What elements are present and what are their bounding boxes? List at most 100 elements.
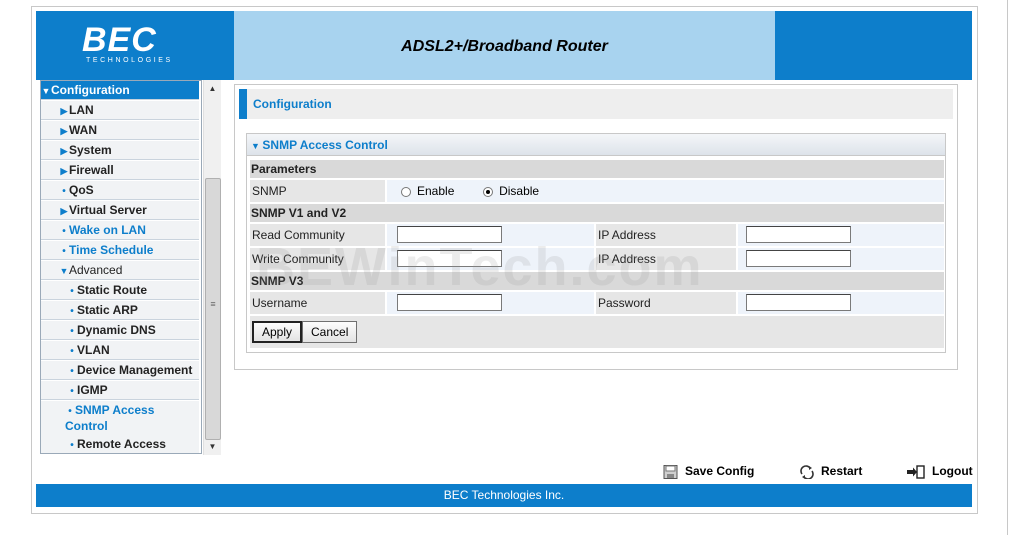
sidebar-item-label: Remote Access <box>77 437 166 451</box>
save-config-button[interactable]: Save Config <box>663 462 754 480</box>
username-input[interactable] <box>397 294 502 311</box>
read-ip-label: IP Address <box>596 224 736 246</box>
sidebar-item-static-arp[interactable]: • Static ARP <box>41 301 199 320</box>
main-content: Configuration ▼ SNMP Access Control Para… <box>234 84 958 370</box>
restart-button[interactable]: Restart <box>799 462 862 480</box>
sidebar-nav: ▼Configuration ▶ LAN ▶ WAN ▶ System ▶ Firewa… <box>40 80 202 454</box>
cancel-button[interactable]: Cancel <box>302 321 358 343</box>
read-ip-input[interactable] <box>746 226 851 243</box>
snmp-panel: ▼ SNMP Access Control Parameters SNMP En… <box>246 133 946 353</box>
button-row: Apply Cancel <box>250 316 944 348</box>
restart-label: Restart <box>821 464 863 478</box>
floppy-disk-icon <box>663 464 678 479</box>
snmp-row: SNMP Enable Disable <box>250 180 944 202</box>
sidebar-item-label: WAN <box>69 123 97 137</box>
panel-title: ▼ SNMP Access Control <box>251 138 388 152</box>
bullet-icon: • <box>62 226 66 237</box>
triangle-right-icon: ▶ <box>60 126 68 136</box>
write-community-cell <box>387 248 594 270</box>
parameters-heading: Parameters <box>250 160 944 178</box>
bullet-icon: • <box>70 306 74 317</box>
title-banner: ADSL2+/Broadband Router <box>234 11 775 80</box>
bullet-icon: • <box>70 366 74 377</box>
snmp-label: SNMP <box>250 180 385 202</box>
header-accent-bar <box>239 89 247 119</box>
logout-icon <box>907 465 925 479</box>
snmp-radio-group: Enable Disable <box>387 180 944 202</box>
sidebar-scrollbar[interactable]: ▲ ≡ ▼ <box>203 80 221 455</box>
sidebar-item-vlan[interactable]: • VLAN <box>41 341 199 360</box>
sidebar-item-firewall[interactable]: ▶ Firewall <box>41 161 199 180</box>
bullet-icon: • <box>70 326 74 337</box>
sidebar-item-label: VLAN <box>77 343 110 357</box>
disable-label: Disable <box>499 184 540 198</box>
username-cell <box>387 292 594 314</box>
sidebar-item-label: Device Management <box>77 363 193 377</box>
sidebar-item-static-route[interactable]: • Static Route <box>41 281 199 300</box>
sidebar-item-label: QoS <box>69 183 94 197</box>
write-ip-input[interactable] <box>746 250 851 267</box>
sidebar-item-remote-access[interactable]: • Remote Access <box>41 435 199 453</box>
read-community-cell <box>387 224 594 246</box>
bullet-icon: • <box>70 346 74 357</box>
snmp-v3-heading: SNMP V3 <box>250 272 944 290</box>
sidebar-item-label: Dynamic DNS <box>77 323 156 337</box>
sidebar-item-virtual-server[interactable]: ▶ Virtual Server <box>41 201 199 220</box>
scroll-up-arrow-icon[interactable]: ▲ <box>204 80 221 97</box>
sidebar-item-label: IGMP <box>77 383 108 397</box>
scrollbar-thumb[interactable]: ≡ <box>205 178 221 440</box>
triangle-down-icon: ▼ <box>59 266 69 276</box>
panel-header[interactable]: ▼ SNMP Access Control <box>247 134 945 156</box>
disable-radio[interactable] <box>483 186 494 197</box>
scroll-down-arrow-icon[interactable]: ▼ <box>204 438 221 455</box>
read-ip-cell <box>738 224 944 246</box>
save-config-label: Save Config <box>685 464 755 478</box>
v3-credentials-row: Username Password <box>250 292 944 314</box>
restart-icon <box>800 465 814 479</box>
sidebar-item-configuration[interactable]: ▼Configuration <box>41 81 199 100</box>
triangle-down-icon: ▼ <box>251 141 263 151</box>
sidebar-item-advanced[interactable]: ▼Advanced <box>41 261 199 280</box>
logout-label: Logout <box>932 464 973 478</box>
sidebar-item-igmp[interactable]: • IGMP <box>41 381 199 400</box>
sidebar-item-label: SNMP Access Control <box>65 403 155 433</box>
triangle-right-icon: ▶ <box>60 146 68 156</box>
logout-button[interactable]: Logout <box>906 462 973 480</box>
snmp-v1v2-heading: SNMP V1 and V2 <box>250 204 944 222</box>
sidebar-item-wake-on-lan[interactable]: • Wake on LAN <box>41 221 199 240</box>
sidebar-item-label: Firewall <box>69 163 114 177</box>
page-title: Configuration <box>253 97 332 111</box>
password-cell <box>738 292 944 314</box>
router-title: ADSL2+/Broadband Router <box>401 38 608 55</box>
sidebar-item-wan[interactable]: ▶ WAN <box>41 121 199 140</box>
password-input[interactable] <box>746 294 851 311</box>
sidebar-item-lan[interactable]: ▶ LAN <box>41 101 199 120</box>
apply-button[interactable]: Apply <box>252 321 303 343</box>
sidebar-item-label: Wake on LAN <box>69 223 146 237</box>
read-community-row: Read Community IP Address <box>250 224 944 246</box>
sidebar-item-label: Advanced <box>69 263 123 277</box>
sidebar-item-dynamic-dns[interactable]: • Dynamic DNS <box>41 321 199 340</box>
username-label: Username <box>250 292 385 314</box>
enable-radio[interactable] <box>401 186 411 197</box>
write-community-row: Write Community IP Address <box>250 248 944 270</box>
read-community-input[interactable] <box>397 226 502 243</box>
read-community-label: Read Community <box>250 224 385 246</box>
bec-logo: BEC <box>82 21 157 59</box>
sidebar-item-snmp-access-control[interactable]: • SNMP Access Control <box>41 401 199 436</box>
write-community-input[interactable] <box>397 250 502 267</box>
footer: BEC Technologies Inc. <box>36 484 972 507</box>
bullet-icon: • <box>62 246 66 257</box>
sidebar-item-label: Static ARP <box>77 303 138 317</box>
sidebar-item-time-schedule[interactable]: • Time Schedule <box>41 241 199 260</box>
write-community-label: Write Community <box>250 248 385 270</box>
bullet-icon: • <box>70 440 74 451</box>
bullet-icon: • <box>70 386 74 397</box>
sidebar-item-qos[interactable]: • QoS <box>41 181 199 200</box>
sidebar-item-device-management[interactable]: • Device Management <box>41 361 199 380</box>
header: BEC TECHNOLOGIES ADSL2+/Broadband Router <box>36 11 972 80</box>
sidebar-item-label: LAN <box>69 103 94 117</box>
bullet-icon: • <box>68 406 72 417</box>
sidebar-item-system[interactable]: ▶ System <box>41 141 199 160</box>
triangle-down-icon: ▼ <box>41 86 51 96</box>
